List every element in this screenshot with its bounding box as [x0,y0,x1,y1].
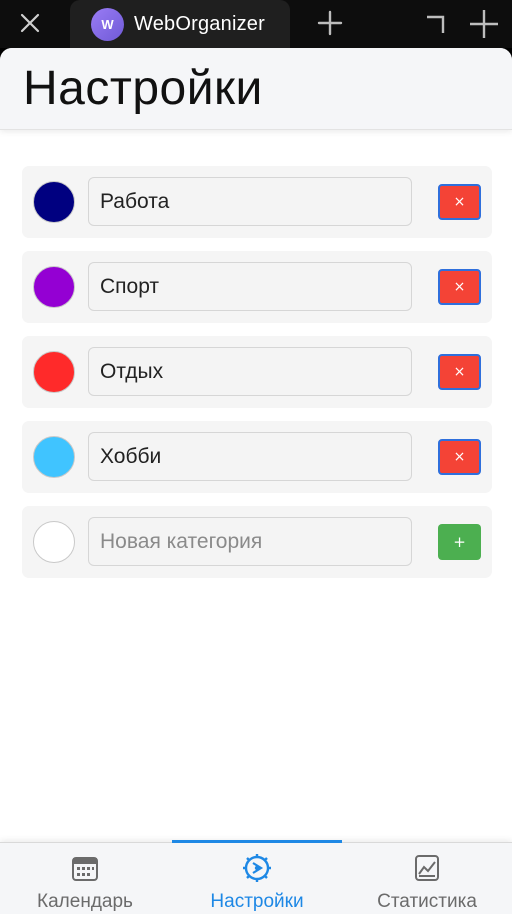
category-row: × [22,421,492,493]
bottom-nav: Календарь Настройки Статистика [0,840,512,914]
delete-button[interactable]: × [438,354,481,390]
plus-icon[interactable] [314,7,346,39]
category-name-input[interactable] [88,177,412,226]
delete-button[interactable]: × [438,439,481,475]
nav-settings-label: Настройки [210,891,304,912]
category-name-input[interactable] [88,262,412,311]
app-avatar: W [91,7,124,41]
close-icon[interactable] [14,9,46,37]
color-swatch[interactable] [33,351,75,393]
category-row: × [22,251,492,323]
page-title: Настройки [23,62,263,115]
new-category-input[interactable] [88,517,412,566]
category-name-input[interactable] [88,432,412,481]
calendar-icon [70,853,100,883]
color-swatch[interactable] [33,266,75,308]
nav-calendar[interactable]: Календарь [0,843,170,914]
nav-settings[interactable]: Настройки [172,843,342,914]
nav-statistics-label: Статистика [377,891,477,912]
add-category-button[interactable]: + [438,524,481,560]
browser-tab[interactable]: W WebOrganizer [70,0,290,48]
color-swatch[interactable] [33,436,75,478]
delete-button[interactable]: × [438,269,481,305]
category-row: × [22,336,492,408]
page-header: Настройки [0,48,512,130]
nav-calendar-label: Календарь [37,891,133,912]
tab-title: WebOrganizer [134,12,265,35]
title-bar: W WebOrganizer [0,0,512,48]
minimize-icon[interactable] [466,6,502,42]
category-list: × × × × + [22,166,492,591]
category-row: × [22,166,492,238]
delete-button[interactable]: × [438,184,481,220]
color-swatch[interactable] [33,181,75,223]
app-window: Настройки × × × × + [0,48,512,914]
settings-icon [242,853,272,883]
nav-statistics[interactable]: Статистика [342,843,512,914]
category-name-input[interactable] [88,347,412,396]
new-category-row: + [22,506,492,578]
chart-icon [412,853,442,883]
new-color-swatch[interactable] [33,521,75,563]
restore-icon[interactable] [420,8,452,40]
